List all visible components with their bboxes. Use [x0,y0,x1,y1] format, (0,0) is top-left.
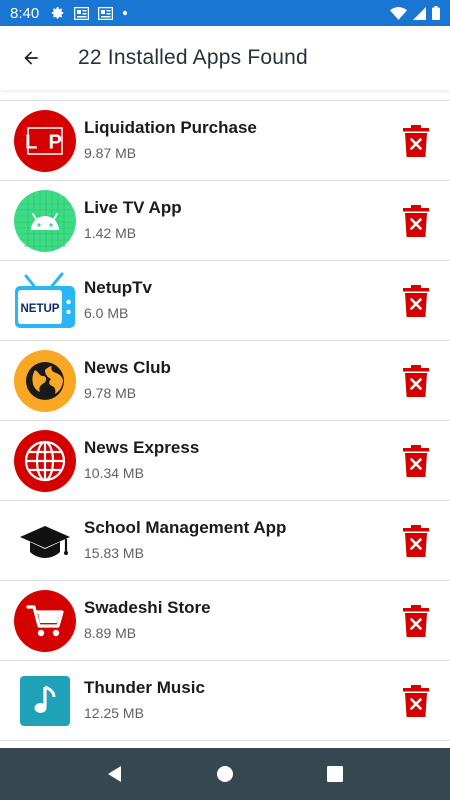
status-time: 8:40 [10,4,40,22]
app-text: Live TV App 1.42 MB [84,198,182,241]
app-icon-thunder-music [14,670,76,732]
app-icon-netuptv: NETUP [14,270,76,332]
list-item[interactable]: School Management App 15.83 MB [0,501,450,581]
music-note-icon [20,675,70,726]
trash-delete-icon[interactable] [402,285,430,317]
dot-icon [123,10,128,16]
app-size: 6.0 MB [84,305,129,321]
lp-logo: L P [14,109,76,172]
trash-delete-icon[interactable] [402,685,430,717]
app-list[interactable]: L P Liquidation Purchase 9.87 MB Live TV… [0,90,450,748]
wifi-icon [390,6,407,20]
app-size: 8.89 MB [84,625,137,641]
tv-icon-text: NETUP [21,303,60,315]
app-size: 9.78 MB [84,385,137,401]
lp-logo-text: L P [25,131,65,153]
app-name: Swadeshi Store [84,598,211,617]
list-item[interactable]: Swadeshi Store 8.89 MB [0,581,450,661]
list-item[interactable]: NETUP NetupTv 6.0 MB [0,261,450,341]
trash-delete-icon[interactable] [402,365,430,397]
app-text: NetupTv 6.0 MB [84,278,152,321]
app-size: 12.25 MB [84,705,144,721]
app-name: Thunder Music [84,678,205,697]
app-icon-news-express [14,429,76,492]
app-name: Liquidation Purchase [84,118,257,137]
battery-icon [432,6,440,20]
app-size: 1.42 MB [84,225,137,241]
app-name: NetupTv [84,278,152,297]
graduation-cap-icon [20,525,70,558]
status-icons-right [390,6,440,20]
trash-delete-icon[interactable] [402,605,430,637]
nav-back-button[interactable] [100,759,130,789]
list-item[interactable]: L P Liquidation Purchase 9.87 MB [0,101,450,181]
cart-icon [14,589,76,652]
app-text: Thunder Music 12.25 MB [84,678,205,721]
tv-icon: NETUP [15,272,75,328]
home-circle-icon [217,766,233,782]
app-name: News Club [84,358,171,377]
globe-grid-icon [14,429,76,492]
app-text: Liquidation Purchase 9.87 MB [84,118,257,161]
list-item[interactable]: Live TV App 1.42 MB [0,181,450,261]
app-icon-news-club [14,349,76,412]
trash-delete-icon[interactable] [402,445,430,477]
app-icon-live-tv [14,189,76,252]
recents-square-icon [327,766,343,782]
app-bar: 22 Installed Apps Found [0,26,450,90]
trash-delete-icon[interactable] [402,525,430,557]
app-icon-swadeshi-store [14,589,76,652]
nav-home-button[interactable] [210,759,240,789]
nav-recents-button[interactable] [320,759,350,789]
app-size: 15.83 MB [84,545,144,561]
news-icon [98,6,114,20]
app-icon-school-management [14,510,76,572]
list-item[interactable]: Thunder Music 12.25 MB [0,661,450,741]
trash-delete-icon[interactable] [402,205,430,237]
app-name: News Express [84,438,200,457]
gear-icon [52,7,64,19]
list-item[interactable]: News Club 9.78 MB [0,341,450,421]
back-button[interactable] [16,43,46,73]
signal-icon [413,6,426,20]
app-name: School Management App [84,518,287,537]
android-robot-icon [14,189,76,252]
app-text: News Club 9.78 MB [84,358,171,401]
back-triangle-icon [108,766,121,782]
globe-icon [14,349,76,412]
app-text: News Express 10.34 MB [84,438,199,481]
list-item[interactable]: News Express 10.34 MB [0,421,450,501]
app-text: Swadeshi Store 8.89 MB [84,598,211,641]
trash-delete-icon[interactable] [402,125,430,157]
app-icon-lp: L P [14,109,76,172]
status-icons-left [51,6,128,20]
app-text: School Management App 15.83 MB [84,518,286,561]
system-nav-bar [0,748,450,800]
arrow-back-icon [24,51,38,65]
status-bar: 8:40 [0,0,450,26]
app-size: 10.34 MB [84,465,144,481]
app-name: Live TV App [84,198,182,217]
page-title: 22 Installed Apps Found [78,46,308,69]
app-size: 9.87 MB [84,145,137,161]
news-icon [74,6,90,20]
